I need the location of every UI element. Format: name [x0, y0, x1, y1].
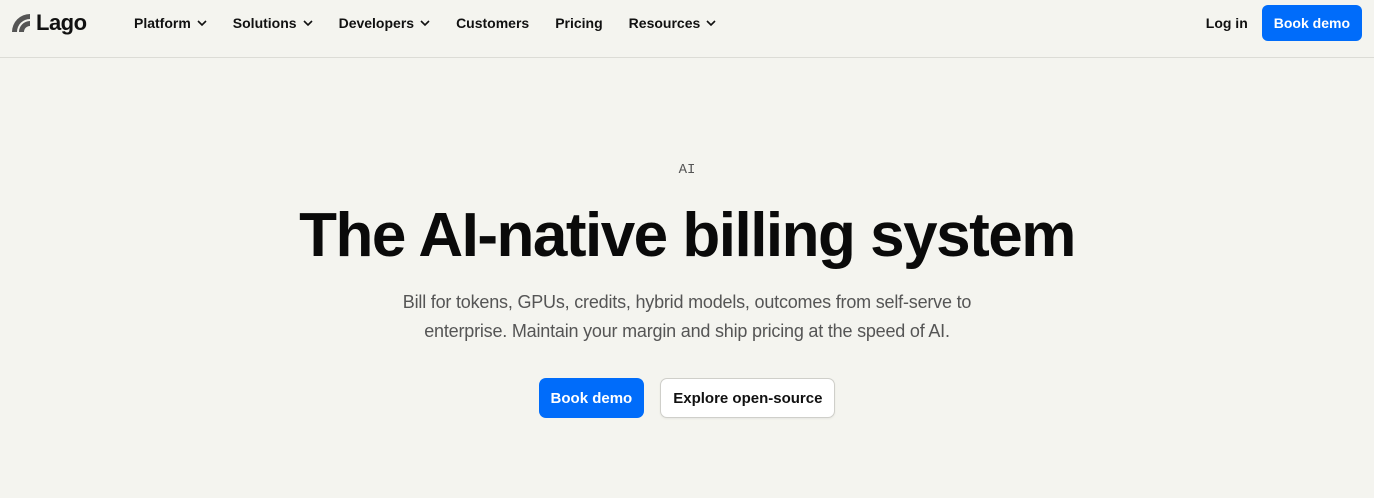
hero-subheadline: Bill for tokens, GPUs, credits, hybrid m… [402, 292, 972, 341]
book-demo-button[interactable]: Book demo [1261, 5, 1362, 41]
top-navigation: Lago Platform Solutions Developers Custo… [0, 0, 1374, 58]
chevron-down-icon [303, 20, 313, 27]
brand-logo[interactable]: Lago [10, 10, 87, 36]
hero-book-demo-button[interactable]: Book demo [538, 378, 645, 418]
main-menu: Platform Solutions Developers Customers … [134, 0, 742, 46]
login-link[interactable]: Log in [1206, 15, 1248, 31]
nav-item-label: Pricing [555, 15, 603, 31]
hero-section: AI The AI-native billing system Bill for… [0, 58, 1374, 498]
chevron-down-icon [420, 20, 430, 27]
brand-name: Lago [36, 10, 87, 35]
nav-item-label: Resources [628, 15, 701, 31]
nav-item-customers[interactable]: Customers [456, 15, 529, 31]
hero-cta-group: Book demo Explore open-source [0, 378, 1374, 418]
nav-item-resources[interactable]: Resources [629, 15, 717, 31]
nav-item-label: Customers [456, 15, 530, 31]
lago-logo-icon [12, 14, 30, 32]
hero-headline: The AI-native billing system [299, 201, 1076, 270]
nav-actions: Log in Book demo [1206, 5, 1362, 41]
nav-item-label: Solutions [232, 15, 297, 31]
nav-item-platform[interactable]: Platform [134, 15, 207, 31]
nav-item-label: Platform [134, 15, 191, 31]
hero-eyebrow: AI [678, 162, 696, 178]
nav-item-solutions[interactable]: Solutions [233, 15, 313, 31]
nav-item-pricing[interactable]: Pricing [555, 15, 602, 31]
explore-open-source-button[interactable]: Explore open-source [660, 378, 836, 418]
nav-item-developers[interactable]: Developers [339, 15, 430, 31]
chevron-down-icon [197, 20, 207, 27]
chevron-down-icon [706, 20, 716, 27]
nav-item-label: Developers [338, 15, 415, 31]
